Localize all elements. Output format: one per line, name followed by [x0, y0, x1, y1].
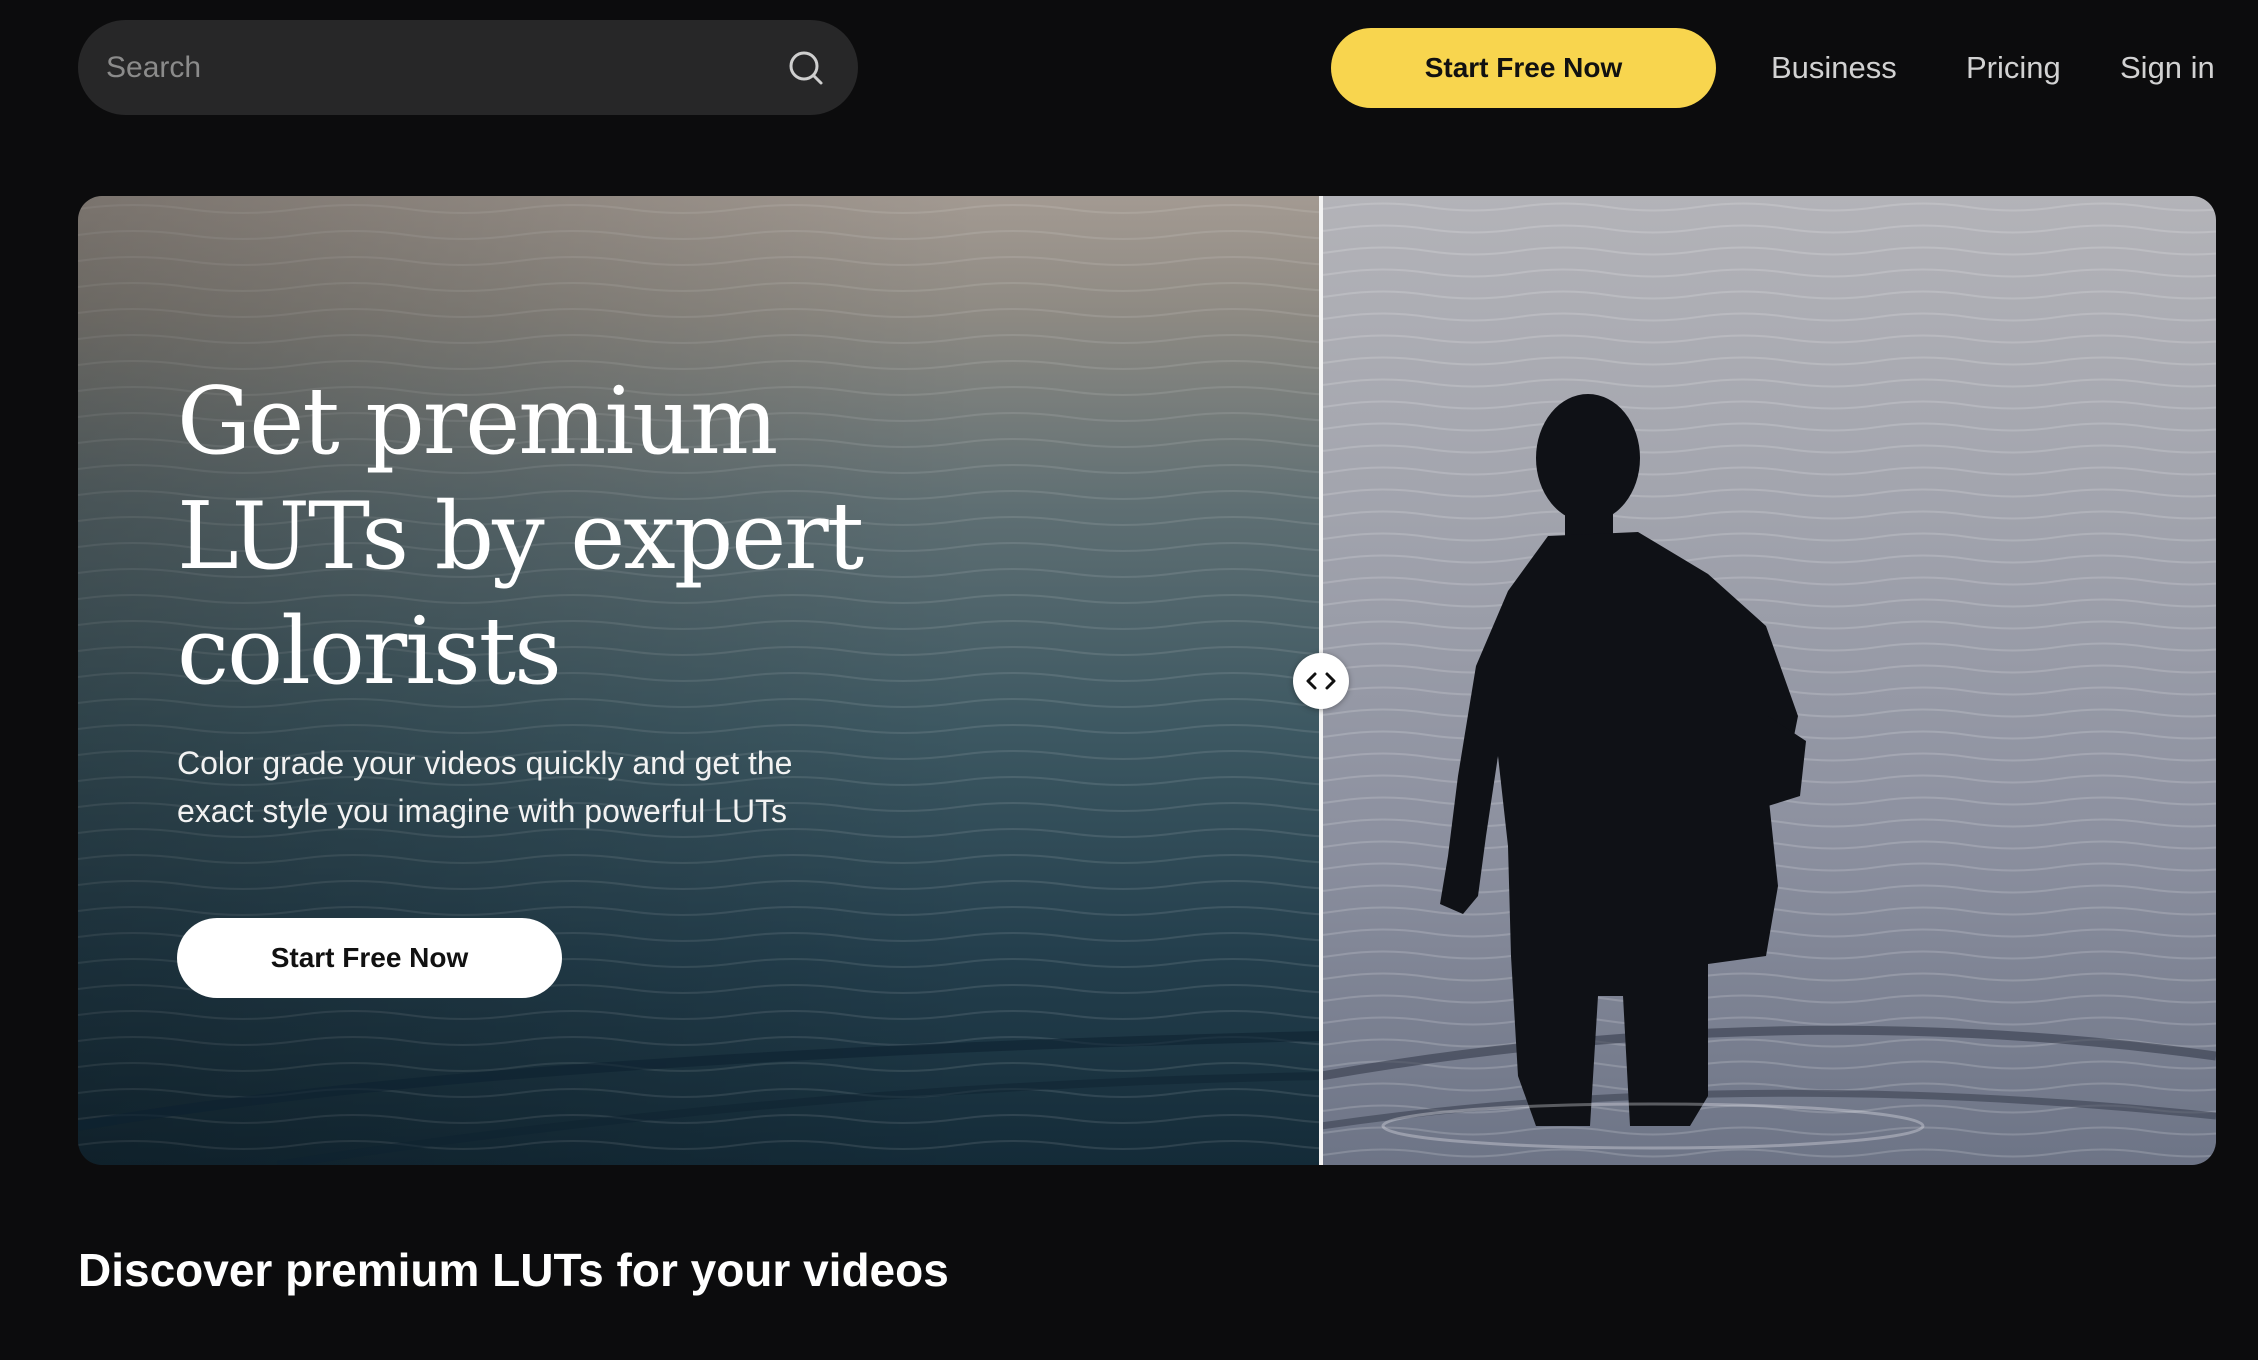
nav-link-business[interactable]: Business: [1771, 46, 1897, 90]
chevrons-left-right-icon: [1306, 672, 1336, 690]
hero-start-free-now-button[interactable]: Start Free Now: [177, 918, 562, 998]
hero-title: Get premium LUTs by expert colorists: [177, 367, 864, 705]
hero-subtitle: Color grade your videos quickly and get …: [177, 745, 793, 829]
search-bar[interactable]: [78, 20, 858, 115]
comparison-slider-handle[interactable]: [1293, 653, 1349, 709]
nav-link-pricing[interactable]: Pricing: [1966, 46, 2061, 90]
search-icon[interactable]: [786, 48, 826, 88]
hero-comparison: Get premium LUTs by expert colorists Col…: [78, 196, 2216, 1165]
start-free-now-button[interactable]: Start Free Now: [1331, 28, 1716, 108]
section-title: Discover premium LUTs for your videos: [78, 1244, 949, 1296]
nav-link-sign-in[interactable]: Sign in: [2120, 46, 2215, 90]
search-input[interactable]: [106, 37, 786, 98]
